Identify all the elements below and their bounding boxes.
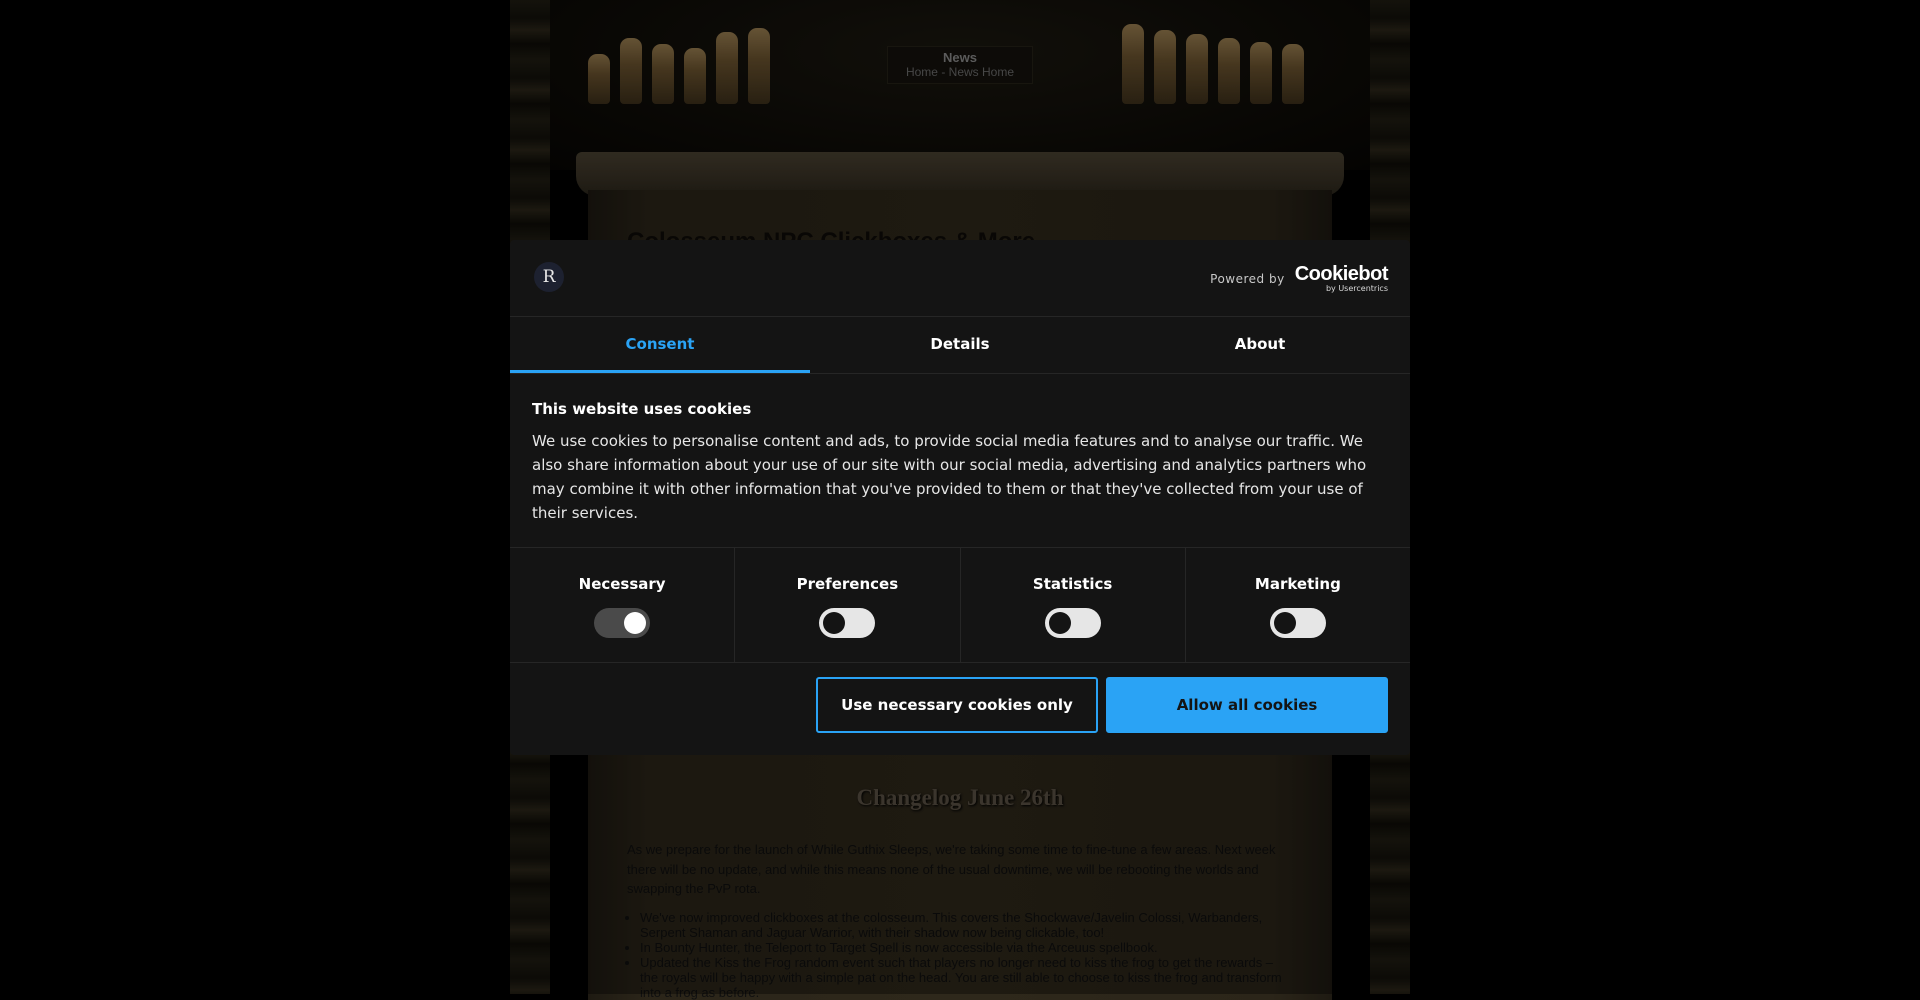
toggle-knob bbox=[1273, 612, 1296, 634]
site-logo-icon: R bbox=[534, 262, 564, 292]
category-label: Statistics bbox=[1032, 575, 1113, 593]
cookiebot-logo-text: Cookiebot bbox=[1294, 263, 1389, 285]
toggle-knob bbox=[1048, 612, 1071, 634]
necessary-toggle bbox=[594, 608, 651, 638]
category-marketing: Marketing bbox=[1186, 548, 1410, 662]
tab-details[interactable]: Details bbox=[810, 317, 1110, 373]
cookiebot-logo[interactable]: Cookiebot by Usercentrics bbox=[1294, 263, 1389, 293]
cookie-consent-dialog: R Powered by Cookiebot by Usercentrics C… bbox=[510, 240, 1410, 755]
category-label: Marketing bbox=[1254, 575, 1341, 593]
tab-consent[interactable]: Consent bbox=[510, 317, 810, 373]
powered-by-label: Powered by bbox=[1210, 271, 1285, 286]
consent-content: This website uses cookies We use cookies… bbox=[532, 400, 1382, 525]
consent-description: We use cookies to personalise content an… bbox=[532, 432, 1367, 522]
dialog-actions: Use necessary cookies only Allow all coo… bbox=[816, 677, 1388, 733]
cookie-category-toggles: Necessary Preferences Statistics Marketi… bbox=[510, 547, 1410, 663]
tab-about[interactable]: About bbox=[1110, 317, 1410, 373]
category-preferences: Preferences bbox=[735, 548, 961, 662]
allow-all-cookies-button[interactable]: Allow all cookies bbox=[1106, 677, 1388, 733]
dialog-tabs: Consent Details About bbox=[510, 317, 1410, 374]
category-label: Necessary bbox=[578, 575, 666, 593]
use-necessary-cookies-button[interactable]: Use necessary cookies only bbox=[816, 677, 1098, 733]
category-label: Preferences bbox=[796, 575, 899, 593]
category-necessary: Necessary bbox=[510, 548, 736, 662]
statistics-toggle[interactable] bbox=[1044, 608, 1101, 638]
toggle-knob bbox=[624, 612, 647, 634]
dialog-header: R Powered by Cookiebot by Usercentrics bbox=[510, 240, 1410, 317]
preferences-toggle[interactable] bbox=[819, 608, 876, 638]
powered-by-cookiebot[interactable]: Powered by Cookiebot by Usercentrics bbox=[1210, 264, 1388, 293]
cookiebot-logo-subtext: by Usercentrics bbox=[1325, 284, 1388, 293]
consent-heading: This website uses cookies bbox=[532, 400, 752, 418]
marketing-toggle[interactable] bbox=[1269, 608, 1326, 638]
category-statistics: Statistics bbox=[961, 548, 1186, 662]
toggle-knob bbox=[823, 612, 846, 634]
